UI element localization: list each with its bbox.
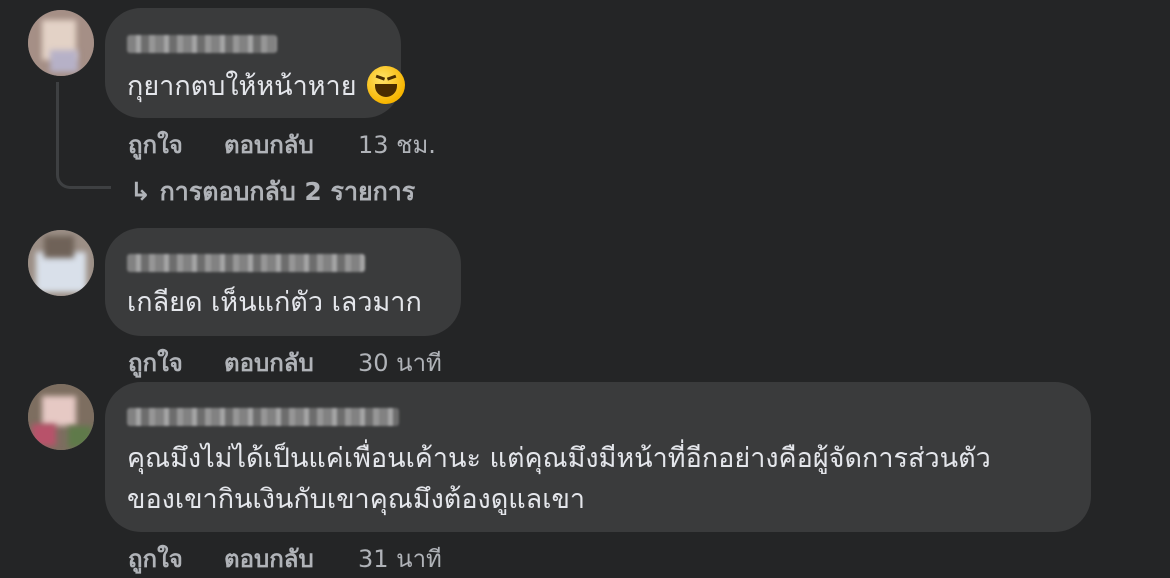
avatar-pixel [36,252,86,292]
laughing-face-icon [366,65,405,104]
avatar-pixel [42,396,76,426]
reply-arrow-icon: ↳ [130,177,151,206]
avatar[interactable] [28,230,94,296]
avatar-pixel [50,50,78,72]
comment-text: กุยากตบให้หน้าหาย [127,65,405,107]
reply-button[interactable]: ตอบกลับ [224,539,314,578]
comment-actions: ถูกใจ ตอบกลับ 13 ชม. [128,125,528,159]
view-replies-link[interactable]: ↳ การตอบกลับ 2 รายการ [130,172,415,212]
comment-text-body: กุยากตบให้หน้าหาย [127,71,357,102]
timestamp[interactable]: 31 นาที [358,539,442,578]
reply-button[interactable]: ตอบกลับ [224,125,314,164]
timestamp[interactable]: 13 ชม. [358,125,436,164]
replies-count-label: การตอบกลับ 2 รายการ [159,177,416,206]
thread-connector [56,82,111,189]
comment-text-line-2: ของเขากินเงินกับเขาคุณมึงต้องดูแลเขา [127,484,586,515]
comment-bubble: กุยากตบให้หน้าหาย [105,8,405,118]
avatar-pixel [32,424,56,446]
reply-button[interactable]: ตอบกลับ [224,343,314,382]
like-button[interactable]: ถูกใจ [128,539,183,578]
comment-bubble: คุณมึงไม่ได้เป็นแค่เพื่อนเค้านะ แต่คุณมึ… [105,382,1091,532]
timestamp[interactable]: 30 นาที [358,343,442,382]
author-name[interactable] [127,408,399,426]
comment-text: เกลียด เห็นแก่ตัว เลวมาก [127,287,422,318]
avatar[interactable] [28,10,94,76]
comment-bubble: เกลียด เห็นแก่ตัว เลวมาก [105,228,461,336]
avatar-pixel [44,236,74,258]
author-name[interactable] [127,35,277,53]
avatar[interactable] [28,384,94,450]
comment-actions: ถูกใจ ตอบกลับ 30 นาที [128,343,528,377]
avatar-pixel [68,426,92,448]
comment-text-line-1: คุณมึงไม่ได้เป็นแค่เพื่อนเค้านะ แต่คุณมึ… [127,443,991,474]
like-button[interactable]: ถูกใจ [128,343,183,382]
author-name[interactable] [127,254,365,272]
comment-actions: ถูกใจ ตอบกลับ 31 นาที [128,539,528,573]
like-button[interactable]: ถูกใจ [128,125,183,164]
